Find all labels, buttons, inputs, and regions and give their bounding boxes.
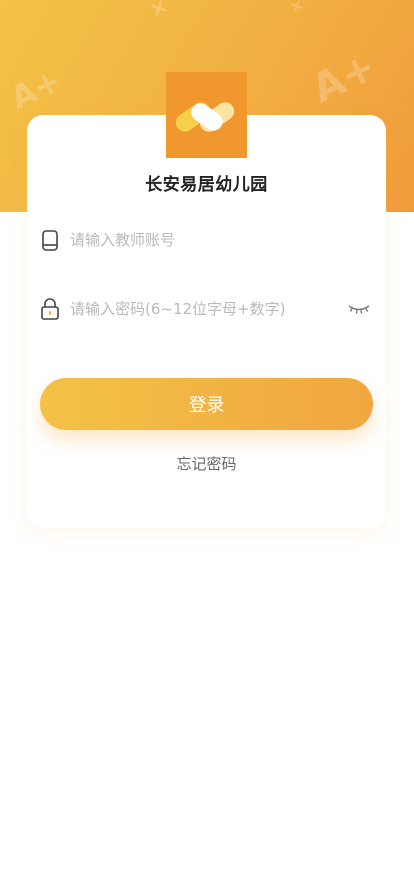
decorative-letter: A+ [4, 60, 68, 118]
eye-closed-icon[interactable] [348, 301, 370, 317]
login-button[interactable]: 登录 [40, 378, 373, 430]
account-field[interactable] [40, 220, 374, 260]
decorative-letter: × [286, 0, 307, 17]
phone-icon [40, 229, 60, 251]
decorative-letter: A+ [305, 43, 384, 113]
decorative-letter: × [145, 0, 173, 24]
school-name: 长安易居幼儿园 [145, 175, 268, 195]
app-logo-icon [166, 72, 247, 158]
password-input[interactable] [70, 300, 348, 318]
password-field[interactable] [40, 289, 374, 329]
account-input[interactable] [70, 231, 374, 249]
forgot-password-link[interactable]: 忘记密码 [27, 453, 386, 474]
lock-icon [40, 298, 60, 320]
